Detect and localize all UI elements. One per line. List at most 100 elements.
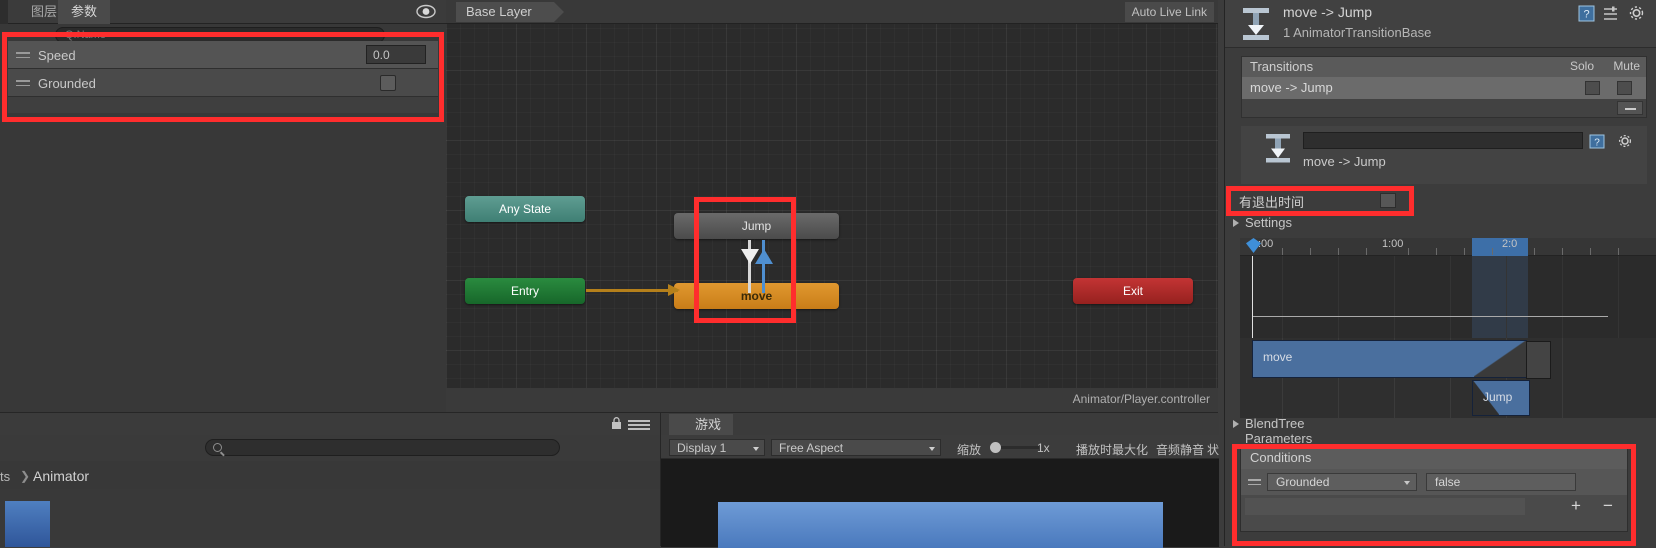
transition-timeline[interactable]: :00 1:00 2:0 move Jump bbox=[1240, 238, 1656, 418]
transition-entry-to-move[interactable] bbox=[586, 284, 680, 296]
help-icon[interactable]: ? bbox=[1589, 134, 1605, 149]
timeline-selection-range[interactable] bbox=[1472, 238, 1528, 256]
chevron-right-icon bbox=[1233, 420, 1239, 428]
timeline-clip-jump-label: Jump bbox=[1483, 390, 1513, 404]
breadcrumb-separator-icon: ❯ bbox=[20, 469, 31, 483]
timeline-ruler[interactable]: :00 1:00 2:0 bbox=[1240, 238, 1656, 256]
inspector-title: move -> Jump bbox=[1283, 4, 1373, 20]
lock-icon[interactable] bbox=[611, 417, 622, 430]
svg-text:?: ? bbox=[1583, 9, 1589, 21]
game-view-panel: 游戏 Display 1 Free Aspect 缩放 1x 播放时最大化 音频… bbox=[660, 412, 1219, 548]
has-exit-time-label: 有退出时间 bbox=[1239, 195, 1305, 210]
breadcrumb-base-layer[interactable]: Base Layer bbox=[456, 2, 564, 22]
clip-tail-region bbox=[1526, 341, 1551, 379]
parameter-list: Speed 0.0 Grounded bbox=[8, 41, 438, 97]
timeline-clip-move[interactable]: move bbox=[1252, 340, 1551, 379]
transitions-list-box: Transitions Solo Mute move -> Jump bbox=[1241, 56, 1647, 118]
breadcrumb-root[interactable]: ts bbox=[0, 469, 10, 484]
project-asset-grid[interactable] bbox=[0, 489, 660, 547]
conditions-header-label: Conditions bbox=[1250, 450, 1312, 465]
solo-column-label: Solo bbox=[1569, 59, 1594, 73]
auto-live-link-button[interactable]: Auto Live Link bbox=[1124, 2, 1214, 22]
condition-row[interactable]: Grounded false bbox=[1241, 469, 1627, 495]
eye-icon[interactable] bbox=[416, 4, 436, 19]
tab-game[interactable]: 游戏 bbox=[669, 414, 734, 435]
has-exit-time-checkbox[interactable] bbox=[1380, 193, 1396, 208]
tabbar-edge bbox=[0, 0, 8, 24]
timeline-clip-move-label: move bbox=[1263, 350, 1293, 364]
parameter-checkbox-grounded[interactable] bbox=[380, 75, 396, 91]
game-scene-object bbox=[718, 502, 1163, 548]
transition-list-item[interactable]: move -> Jump bbox=[1242, 77, 1646, 99]
transition-arrow-up-icon[interactable] bbox=[755, 249, 773, 264]
conditions-footer: + − bbox=[1241, 495, 1627, 519]
has-exit-time-row[interactable]: 有退出时间 bbox=[1235, 191, 1435, 211]
game-view-toolbar: Display 1 Free Aspect 缩放 1x 播放时最大化 音频静音 … bbox=[661, 435, 1219, 459]
remove-transition-button[interactable] bbox=[1617, 101, 1643, 115]
asset-thumbnail[interactable] bbox=[5, 501, 50, 547]
project-search-row bbox=[0, 435, 660, 461]
stats-toggle[interactable]: 状 bbox=[1207, 441, 1219, 458]
transitions-header-label: Transitions bbox=[1250, 59, 1314, 74]
breadcrumb-current[interactable]: Animator bbox=[33, 468, 89, 484]
project-search-input[interactable] bbox=[205, 439, 560, 456]
state-node-entry[interactable]: Entry bbox=[465, 278, 585, 304]
game-view-render[interactable] bbox=[661, 459, 1219, 548]
conditions-header: Conditions bbox=[1241, 447, 1627, 469]
animator-state-graph[interactable]: Any State Entry Jump move Exit bbox=[446, 0, 1218, 388]
gear-icon[interactable] bbox=[1617, 134, 1633, 149]
transition-icon bbox=[1266, 134, 1290, 163]
tab-game-label: 游戏 bbox=[695, 417, 722, 432]
parameter-row-speed[interactable]: Speed 0.0 bbox=[8, 41, 438, 69]
scale-value: 1x bbox=[1037, 441, 1050, 455]
condition-parameter-dropdown[interactable]: Grounded bbox=[1267, 473, 1417, 491]
remove-condition-button[interactable]: − bbox=[1593, 497, 1623, 516]
timeline-playhead-handle[interactable] bbox=[1246, 238, 1261, 253]
blendtree-parameters-label: BlendTree Parameters bbox=[1245, 416, 1313, 446]
project-breadcrumb: ts ❯ Animator bbox=[0, 465, 660, 489]
game-view-tabbar: 游戏 bbox=[661, 413, 1219, 435]
timeline-clip-jump[interactable]: Jump bbox=[1472, 380, 1530, 416]
preset-icon[interactable] bbox=[1602, 5, 1619, 22]
slider-knob[interactable] bbox=[990, 442, 1001, 453]
state-node-jump[interactable]: Jump bbox=[674, 213, 839, 239]
help-icon[interactable]: ? bbox=[1578, 5, 1595, 22]
drag-handle-icon[interactable] bbox=[16, 52, 30, 58]
menu-icon[interactable] bbox=[628, 420, 650, 430]
condition-value-dropdown[interactable]: false bbox=[1426, 473, 1576, 491]
parameter-list-footer bbox=[8, 97, 438, 113]
parameter-row-grounded[interactable]: Grounded bbox=[8, 69, 438, 97]
maximize-on-play-toggle[interactable]: 播放时最大化 bbox=[1076, 441, 1148, 458]
parameter-name-speed: Speed bbox=[38, 48, 76, 63]
scale-slider[interactable] bbox=[990, 442, 1039, 453]
clip-crossfade-region bbox=[1474, 341, 1526, 377]
transition-item-label: move -> Jump bbox=[1250, 80, 1333, 95]
transitions-list-footer bbox=[1242, 99, 1646, 117]
display-dropdown[interactable]: Display 1 bbox=[669, 439, 765, 456]
timeline-clip-area[interactable]: move Jump bbox=[1240, 338, 1656, 418]
timeline-selection-band bbox=[1472, 256, 1528, 338]
state-node-move[interactable]: move bbox=[674, 283, 839, 309]
transition-line-jump-to-move[interactable] bbox=[748, 240, 751, 293]
tab-parameters[interactable]: 参数 bbox=[58, 0, 111, 24]
state-node-exit[interactable]: Exit bbox=[1073, 278, 1193, 304]
drag-handle-icon[interactable] bbox=[1248, 479, 1261, 485]
animator-parameters-panel: 图层 参数 Q:Name Speed 0.0 Grounded bbox=[0, 0, 446, 412]
transition-line-move-to-jump[interactable] bbox=[762, 240, 765, 293]
mute-checkbox[interactable] bbox=[1617, 81, 1632, 95]
gear-icon[interactable] bbox=[1628, 5, 1645, 22]
drag-handle-icon[interactable] bbox=[16, 80, 30, 86]
solo-checkbox[interactable] bbox=[1585, 81, 1600, 95]
timeline-tick-1: 1:00 bbox=[1382, 238, 1404, 250]
transition-icon bbox=[1243, 8, 1269, 40]
controller-path-label: Animator/Player.controller bbox=[1072, 392, 1210, 406]
transition-detail-name: move -> Jump bbox=[1303, 154, 1386, 169]
mute-audio-toggle[interactable]: 音频静音 bbox=[1156, 441, 1204, 458]
inspector-header: move -> Jump 1 AnimatorTransitionBase ? bbox=[1225, 0, 1656, 48]
add-condition-button[interactable]: + bbox=[1561, 497, 1591, 516]
transition-name-field[interactable] bbox=[1303, 132, 1583, 149]
aspect-dropdown[interactable]: Free Aspect bbox=[771, 439, 941, 456]
state-node-any-state[interactable]: Any State bbox=[465, 196, 585, 222]
parameter-value-speed[interactable]: 0.0 bbox=[366, 45, 426, 64]
parameter-name-grounded: Grounded bbox=[38, 76, 96, 91]
